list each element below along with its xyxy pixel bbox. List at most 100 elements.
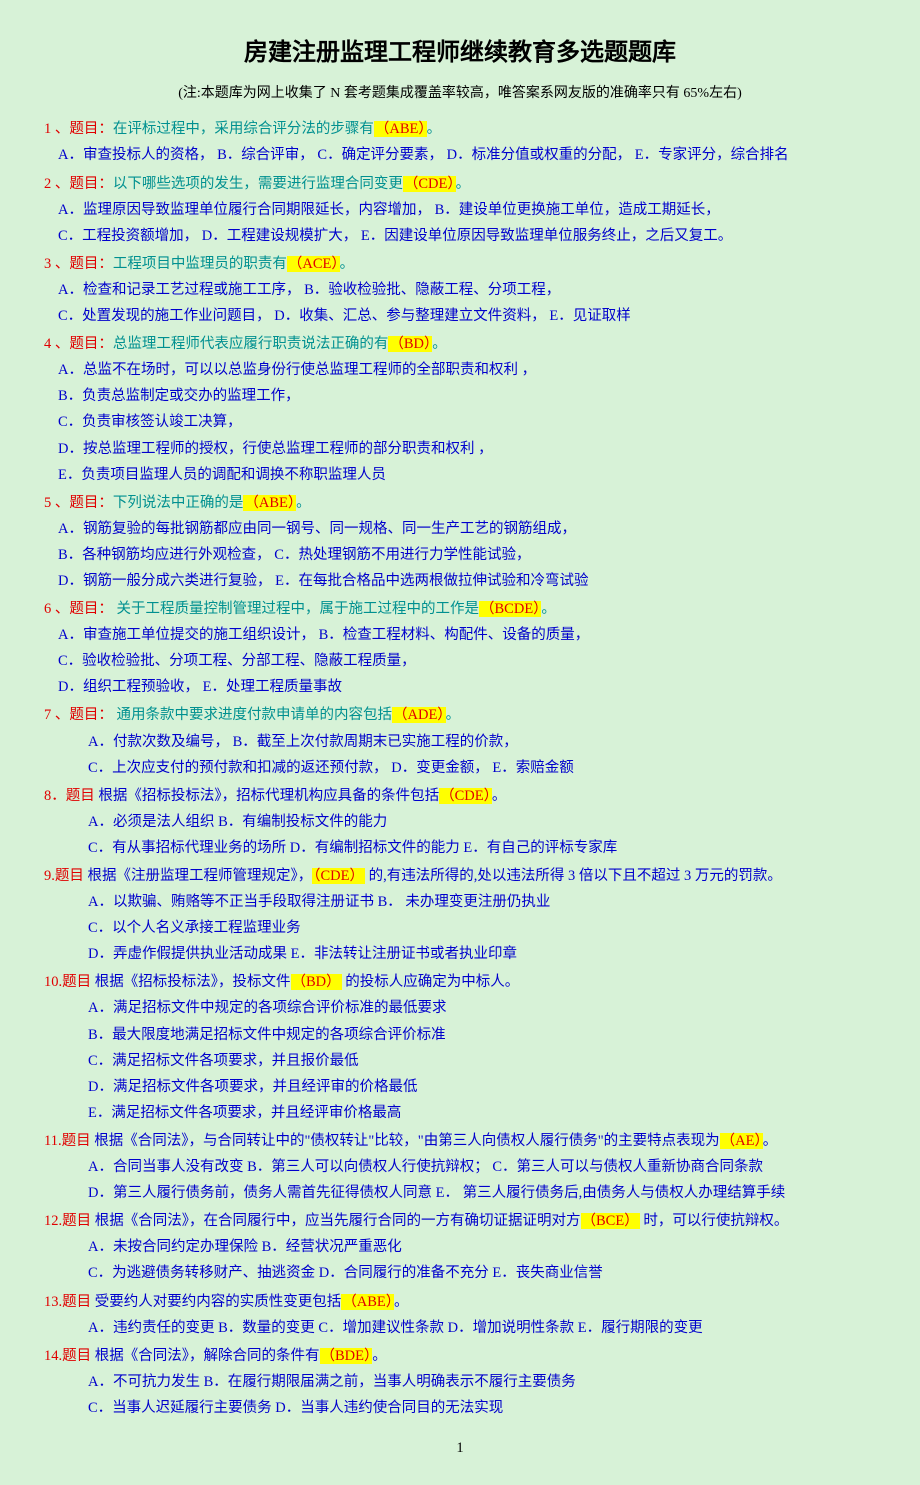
question-5: 5 、题目：下列说法中正确的是（ABE）。A．钢筋复验的每批钢筋都应由同一钢号、… [44, 490, 876, 594]
option-line: A．钢筋复验的每批钢筋都应由同一钢号、同一规格、同一生产工艺的钢筋组成， [44, 516, 876, 542]
question-stem: 14.题目 根据《合同法》，解除合同的条件有（BDE）。 [44, 1343, 876, 1369]
answer-highlight: （ABE） [243, 495, 296, 511]
option-line: B．负责总监制定或交办的监理工作， [44, 383, 876, 409]
page-subtitle: (注:本题库为网上收集了 N 套考题集成覆盖率较高，唯答案系网友版的准确率只有 … [44, 81, 876, 106]
question-stem: 4 、题目：总监理工程师代表应履行职责说法正确的有（BD）。 [44, 331, 876, 357]
option-line: C．处置发现的施工作业问题目， D．收集、汇总、参与整理建立文件资料， E．见证… [44, 303, 876, 329]
option-line: A．合同当事人没有改变 B．第三人可以向债权人行使抗辩权； C．第三人可以与债权… [44, 1154, 876, 1180]
question-12: 12.题目 根据《合同法》，在合同履行中，应当先履行合同的一方有确切证据证明对方… [44, 1208, 876, 1286]
question-number: 8．题目 [44, 788, 95, 804]
question-text: 关于工程质量控制管理过程中，属于施工过程中的工作是 [113, 601, 479, 617]
question-number: 9.题目 [44, 868, 84, 884]
question-7: 7 、题目： 通用条款中要求进度付款申请单的内容包括（ADE）。A．付款次数及编… [44, 702, 876, 780]
option-line: A．满足招标文件中规定的各项综合评价标准的最低要求 [44, 995, 876, 1021]
question-text: 根据《合同法》，与合同转让中的"债权转让"比较，"由第三人向债权人履行债务"的主… [91, 1133, 720, 1149]
question-1: 1 、题目：在评标过程中，采用综合评分法的步骤有（ABE）。A．审查投标人的资格… [44, 116, 876, 168]
question-text-tail: 。 [456, 176, 471, 192]
question-stem: 3 、题目：工程项目中监理员的职责有（ACE）。 [44, 251, 876, 277]
question-text-tail: 。 [492, 788, 507, 804]
option-line: A．必须是法人组织 B．有编制投标文件的能力 [44, 809, 876, 835]
question-number: 3 、题目： [44, 256, 113, 272]
question-number: 11.题目 [44, 1133, 91, 1149]
question-10: 10.题目 根据《招标投标法》，投标文件（BD） 的投标人应确定为中标人。 A．满… [44, 969, 876, 1126]
question-text: 以下哪些选项的发生，需要进行监理合同变更 [113, 176, 403, 192]
answer-highlight: （ACE） [287, 256, 340, 272]
option-line: D．钢筋一般分成六类进行复验， E．在每批合格品中选两根做拉伸试验和冷弯试验 [44, 568, 876, 594]
question-2: 2 、题目：以下哪些选项的发生，需要进行监理合同变更（CDE）。A．监理原因导致… [44, 171, 876, 249]
question-stem: 12.题目 根据《合同法》，在合同履行中，应当先履行合同的一方有确切证据证明对方… [44, 1208, 876, 1234]
option-line: C．以个人名义承接工程监理业务 [44, 915, 876, 941]
question-text-tail: 。 [541, 601, 556, 617]
option-line: C．为逃避债务转移财产、抽逃资金 D．合同履行的准备不充分 E．丧失商业信誉 [44, 1260, 876, 1286]
question-number: 5 、题目： [44, 495, 113, 511]
question-stem: 11.题目 根据《合同法》，与合同转让中的"债权转让"比较，"由第三人向债权人履… [44, 1128, 876, 1154]
question-3: 3 、题目：工程项目中监理员的职责有（ACE）。A．检查和记录工艺过程或施工工序… [44, 251, 876, 329]
answer-highlight: （BCE） [581, 1213, 640, 1229]
question-9: 9.题目 根据《注册监理工程师管理规定》，（CDE） 的,有违法所得的,处以违法… [44, 863, 876, 967]
answer-highlight: （CDE） [312, 868, 365, 884]
question-text-tail: 。 [372, 1348, 387, 1364]
answer-highlight: （ABE） [374, 121, 427, 137]
question-text: 根据《招标投标法》，招标代理机构应具备的条件包括 [95, 788, 439, 804]
question-11: 11.题目 根据《合同法》，与合同转让中的"债权转让"比较，"由第三人向债权人履… [44, 1128, 876, 1206]
question-text-tail: 的,有违法所得的,处以违法所得 3 倍以下且不超过 3 万元的罚款。 [365, 868, 782, 884]
question-text: 总监理工程师代表应履行职责说法正确的有 [113, 336, 389, 352]
option-line: A．未按合同约定办理保险 B．经营状况严重恶化 [44, 1234, 876, 1260]
question-text: 工程项目中监理员的职责有 [113, 256, 287, 272]
answer-highlight: （CDE） [403, 176, 456, 192]
option-line: C．满足招标文件各项要求，并且报价最低 [44, 1048, 876, 1074]
question-text: 下列说法中正确的是 [113, 495, 244, 511]
question-text-tail: 。 [427, 121, 442, 137]
question-stem: 5 、题目：下列说法中正确的是（ABE）。 [44, 490, 876, 516]
option-line: A．审查投标人的资格， B．综合评审， C．确定评分要素， D．标准分值或权重的… [44, 142, 876, 168]
option-line: A．以欺骗、贿赂等不正当手段取得注册证书 B． 未办理变更注册仍执业 [44, 889, 876, 915]
question-number: 10.题目 [44, 974, 91, 990]
option-line: E．满足招标文件各项要求，并且经评审价格最高 [44, 1100, 876, 1126]
option-line: E．负责项目监理人员的调配和调换不称职监理人员 [44, 462, 876, 488]
question-number: 12.题目 [44, 1213, 91, 1229]
question-4: 4 、题目：总监理工程师代表应履行职责说法正确的有（BD）。A．总监不在场时，可… [44, 331, 876, 488]
option-line: B．各种钢筋均应进行外观检查， C．热处理钢筋不用进行力学性能试验， [44, 542, 876, 568]
option-line: D．弄虚作假提供执业活动成果 E．非法转让注册证书或者执业印章 [44, 941, 876, 967]
question-8: 8．题目 根据《招标投标法》，招标代理机构应具备的条件包括（CDE）。A．必须是… [44, 783, 876, 861]
question-text: 根据《合同法》，解除合同的条件有 [91, 1348, 319, 1364]
question-number: 1 、题目： [44, 121, 113, 137]
option-line: C．工程投资额增加， D．工程建设规模扩大， E．因建设单位原因导致监理单位服务… [44, 223, 876, 249]
option-line: B．最大限度地满足招标文件中规定的各项综合评价标准 [44, 1022, 876, 1048]
question-text: 根据《合同法》，在合同履行中，应当先履行合同的一方有确切证据证明对方 [91, 1213, 580, 1229]
option-line: A．监理原因导致监理单位履行合同期限延长，内容增加， B．建设单位更换施工单位，… [44, 197, 876, 223]
answer-highlight: （BDE） [320, 1348, 373, 1364]
option-line: C．有从事招标代理业务的场所 D．有编制招标文件的能力 E．有自己的评标专家库 [44, 835, 876, 861]
question-number: 14.题目 [44, 1348, 91, 1364]
question-text-tail: 。 [432, 336, 447, 352]
question-text: 通用条款中要求进度付款申请单的内容包括 [113, 707, 392, 723]
question-text-tail: 。 [763, 1133, 778, 1149]
option-line: D．组织工程预验收， E．处理工程质量事故 [44, 674, 876, 700]
answer-highlight: （BD） [291, 974, 342, 990]
answer-highlight: （ADE） [392, 707, 446, 723]
question-14: 14.题目 根据《合同法》，解除合同的条件有（BDE）。A．不可抗力发生 B．在… [44, 1343, 876, 1421]
question-6: 6 、题目： 关于工程质量控制管理过程中，属于施工过程中的工作是（BCDE）。A… [44, 596, 876, 700]
option-line: C．当事人迟延履行主要债务 D．当事人违约使合同目的无法实现 [44, 1395, 876, 1421]
option-line: C．验收检验批、分项工程、分部工程、隐蔽工程质量， [44, 648, 876, 674]
question-number: 4 、题目： [44, 336, 113, 352]
answer-highlight: （CDE） [439, 788, 492, 804]
question-stem: 1 、题目：在评标过程中，采用综合评分法的步骤有（ABE）。 [44, 116, 876, 142]
option-line: D．第三人履行债务前，债务人需首先征得债权人同意 E． 第三人履行债务后,由债务… [44, 1180, 876, 1206]
option-line: C．负责审核签认竣工决算， [44, 409, 876, 435]
question-text-tail: 时，可以行使抗辩权。 [640, 1213, 789, 1229]
question-13: 13.题目 受要约人对要约内容的实质性变更包括（ABE）。A．违约责任的变更 B… [44, 1289, 876, 1341]
question-text: 根据《招标投标法》，投标文件 [91, 974, 290, 990]
option-line: A．检查和记录工艺过程或施工工序， B．验收检验批、隐蔽工程、分项工程， [44, 277, 876, 303]
answer-highlight: （AE） [720, 1133, 763, 1149]
option-line: D．满足招标文件各项要求，并且经评审的价格最低 [44, 1074, 876, 1100]
question-text-tail: 。 [446, 707, 461, 723]
question-text: 根据《注册监理工程师管理规定》， [84, 868, 312, 884]
option-line: A．不可抗力发生 B．在履行期限届满之前，当事人明确表示不履行主要债务 [44, 1369, 876, 1395]
question-stem: 8．题目 根据《招标投标法》，招标代理机构应具备的条件包括（CDE）。 [44, 783, 876, 809]
question-stem: 9.题目 根据《注册监理工程师管理规定》，（CDE） 的,有违法所得的,处以违法… [44, 863, 876, 889]
question-text-tail: 的投标人应确定为中标人。 [342, 974, 520, 990]
question-number: 6 、题目： [44, 601, 113, 617]
option-line: A．审查施工单位提交的施工组织设计， B．检查工程材料、构配件、设备的质量， [44, 622, 876, 648]
question-text: 在评标过程中，采用综合评分法的步骤有 [113, 121, 374, 137]
